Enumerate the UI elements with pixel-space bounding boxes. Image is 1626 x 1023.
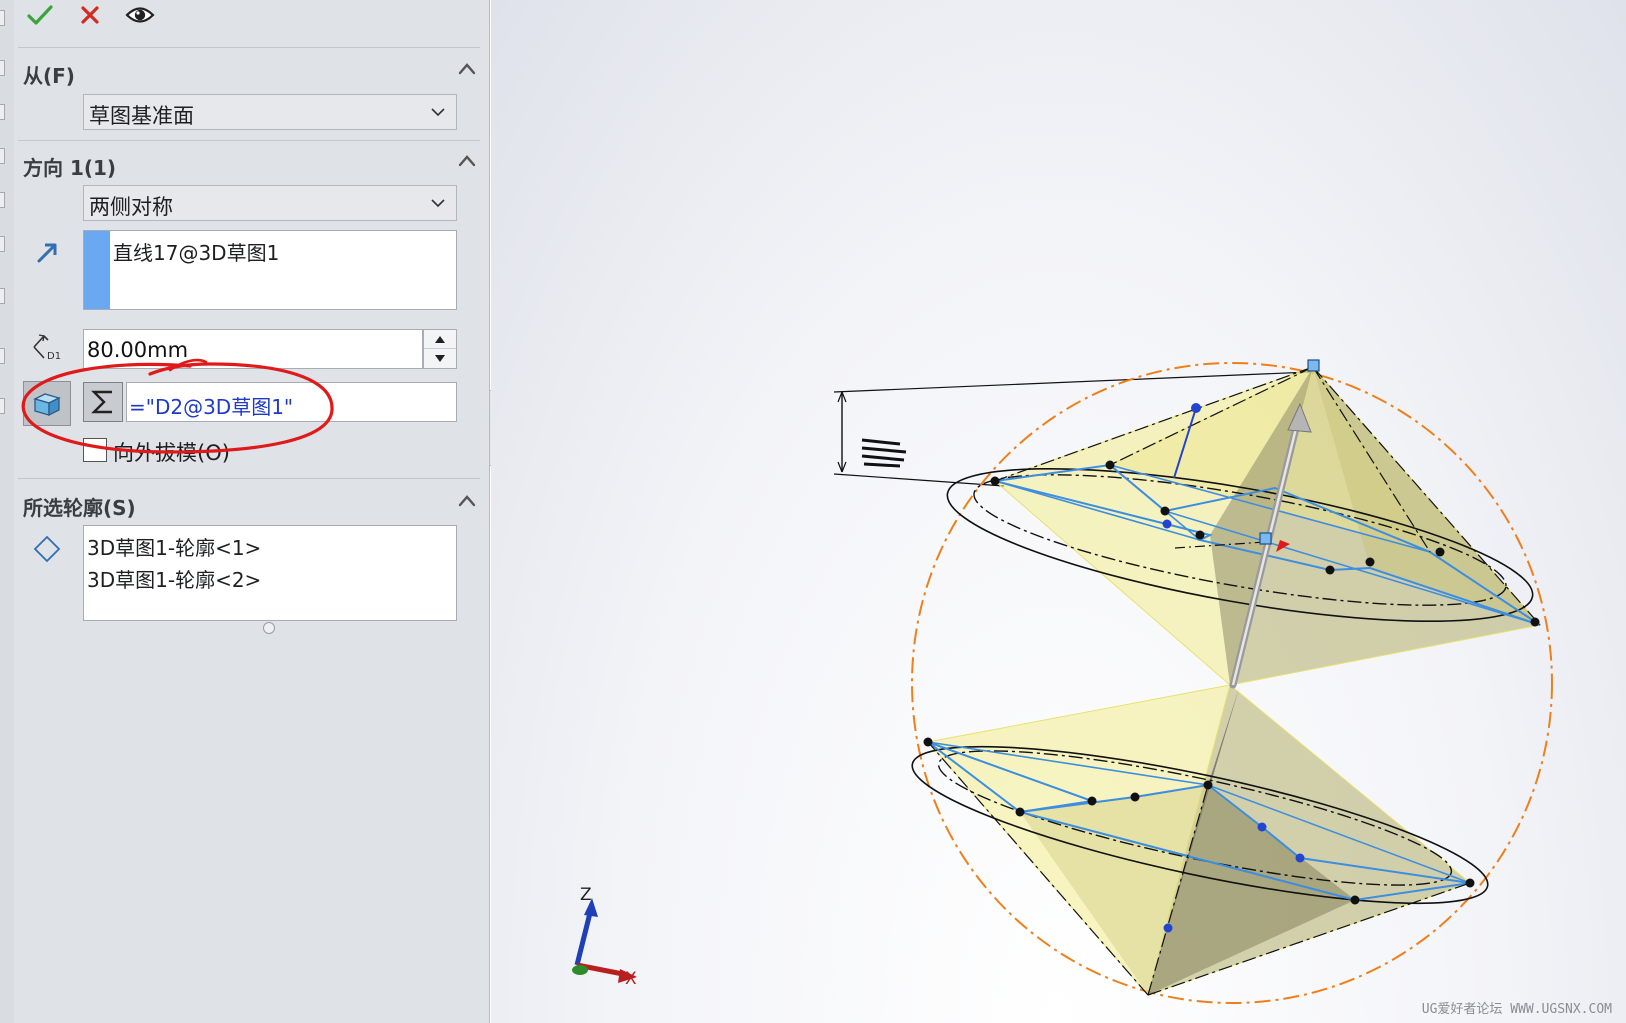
draft-outward-checkbox[interactable] bbox=[83, 438, 107, 462]
depth-spinner bbox=[423, 329, 457, 369]
direction-reference-text: 直线17@3D草图1 bbox=[113, 241, 280, 265]
chevron-up-icon[interactable] bbox=[456, 490, 478, 512]
equation-input[interactable]: ="D2@3D草图1" bbox=[126, 382, 457, 422]
strip-tab[interactable] bbox=[0, 10, 5, 26]
section-divider bbox=[18, 47, 480, 48]
depth-dimension-tag: D1 bbox=[47, 351, 61, 362]
selection-color-swatch bbox=[84, 231, 110, 309]
strip-tab[interactable] bbox=[0, 288, 5, 304]
direction-arrow-icon bbox=[37, 243, 57, 263]
graphics-viewport[interactable]: Z X UG爱好者论坛 WWW.UGSNX.COM bbox=[491, 0, 1626, 1023]
extrude-box-icon bbox=[33, 392, 61, 416]
sigma-icon bbox=[91, 390, 112, 414]
chevron-up-icon[interactable] bbox=[456, 150, 478, 172]
section-divider bbox=[18, 478, 480, 479]
strip-tab[interactable] bbox=[0, 348, 5, 364]
end-condition-value: 两侧对称 bbox=[89, 195, 173, 219]
coordinate-triad[interactable]: Z X bbox=[572, 885, 637, 989]
lower-loft-surface[interactable] bbox=[902, 684, 1498, 997]
eye-icon bbox=[125, 7, 155, 23]
z-axis-label: Z bbox=[580, 885, 592, 905]
chevron-down-icon bbox=[431, 199, 445, 208]
preview-button[interactable] bbox=[122, 0, 158, 30]
reverse-direction-button[interactable] bbox=[30, 236, 64, 270]
chevron-up-icon[interactable] bbox=[456, 58, 478, 80]
list-item[interactable]: 3D草图1-轮廓<1> bbox=[87, 532, 261, 561]
ok-button[interactable] bbox=[22, 0, 58, 30]
list-resize-handle[interactable] bbox=[263, 622, 275, 634]
spin-up-button[interactable] bbox=[424, 330, 456, 349]
list-item[interactable]: 3D草图1-轮廓<2> bbox=[87, 564, 261, 593]
start-condition-value: 草图基准面 bbox=[89, 104, 194, 128]
spin-down-button[interactable] bbox=[424, 349, 456, 368]
start-condition-select[interactable]: 草图基准面 bbox=[83, 94, 457, 130]
selected-contours-list[interactable]: 3D草图1-轮廓<1> 3D草图1-轮廓<2> bbox=[83, 525, 457, 621]
end-condition-select[interactable]: 两侧对称 bbox=[83, 185, 457, 221]
checkmark-icon bbox=[27, 5, 53, 25]
upper-loft-surface[interactable] bbox=[938, 365, 1543, 686]
draft-outward-label: 向外拔模(O) bbox=[113, 441, 230, 465]
strip-tab[interactable] bbox=[0, 236, 5, 252]
x-icon bbox=[81, 6, 99, 24]
section-divider bbox=[18, 140, 480, 141]
section-contours-title: 所选轮廓(S) bbox=[23, 496, 136, 520]
section-from-title: 从(F) bbox=[23, 64, 75, 88]
diamond-icon bbox=[33, 535, 61, 563]
triangle-up-icon bbox=[435, 335, 445, 343]
strip-tab[interactable] bbox=[0, 60, 5, 76]
property-manager-panel: 从(F) 草图基准面 方向 1(1) 两侧对称 直线17@3D草图1 D1 80… bbox=[0, 0, 490, 1023]
section-direction1-title: 方向 1(1) bbox=[23, 156, 117, 180]
thin-feature-toggle-button[interactable] bbox=[23, 381, 71, 426]
strip-tab[interactable] bbox=[0, 148, 5, 164]
watermark-text: UG爱好者论坛 WWW.UGSNX.COM bbox=[1421, 1002, 1612, 1017]
triangle-down-icon bbox=[435, 355, 445, 362]
model-drawing: Z X bbox=[572, 359, 1553, 1004]
equation-button[interactable] bbox=[83, 382, 123, 422]
depth-icon-label: D1 bbox=[30, 330, 64, 364]
contour-icon-label bbox=[30, 532, 64, 566]
strip-tab[interactable] bbox=[0, 104, 5, 120]
strip-tab[interactable] bbox=[0, 398, 5, 414]
strip-tab[interactable] bbox=[0, 192, 5, 208]
depth-dimension-icon: D1 bbox=[33, 334, 61, 362]
direction-reference-box[interactable]: 直线17@3D草图1 bbox=[83, 230, 457, 310]
depth-input[interactable]: 80.00mm bbox=[83, 329, 423, 369]
confirm-toolbar bbox=[18, 0, 478, 34]
chevron-down-icon bbox=[431, 108, 445, 117]
cancel-button[interactable] bbox=[72, 0, 108, 30]
feature-tree-collapsed-strip bbox=[0, 0, 14, 1023]
x-axis-label: X bbox=[625, 969, 637, 989]
